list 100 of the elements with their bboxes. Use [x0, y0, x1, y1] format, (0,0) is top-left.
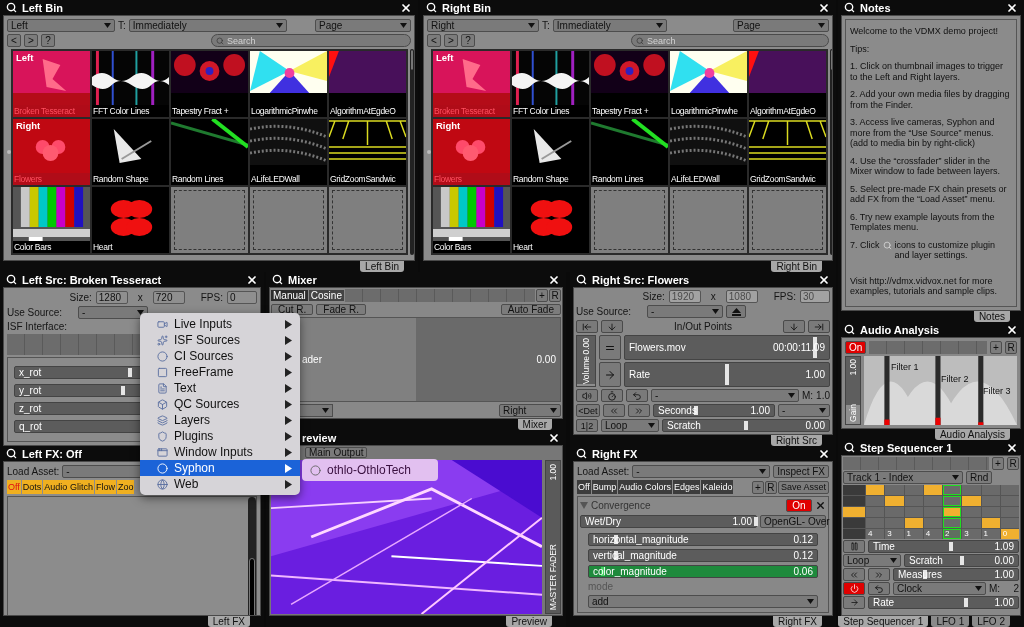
- step-cell[interactable]: [1000, 518, 1019, 528]
- nav-button[interactable]: <: [7, 34, 21, 47]
- skip-back-button[interactable]: [843, 568, 865, 581]
- clip-thumbnail[interactable]: LogarithmicPinwhe: [670, 51, 747, 117]
- step-cell[interactable]: [885, 496, 904, 506]
- step-cell[interactable]: [943, 507, 962, 517]
- wet-dry-slider[interactable]: Wet/Dry 1.00: [580, 515, 757, 528]
- skip-forward-button[interactable]: [628, 404, 650, 417]
- close-button[interactable]: [1006, 323, 1018, 336]
- slider-thumb[interactable]: [120, 386, 125, 395]
- menu-item[interactable]: Window Inputs: [140, 444, 300, 460]
- menu-item[interactable]: Syphon: [140, 460, 300, 476]
- play-direction-button[interactable]: [599, 362, 621, 387]
- nav-button[interactable]: >: [444, 34, 458, 47]
- rate-slider[interactable]: Rate 1.00: [868, 596, 1019, 609]
- fx-chip[interactable]: Audio Glitch: [43, 480, 94, 494]
- mode-tab[interactable]: Manual: [271, 290, 308, 301]
- close-button[interactable]: [818, 447, 830, 460]
- layer-select[interactable]: Right: [499, 404, 561, 417]
- disclosure-triangle-icon[interactable]: [580, 502, 588, 509]
- step-value[interactable]: 3: [885, 529, 904, 539]
- step-cell[interactable]: [1000, 507, 1019, 517]
- step-cell[interactable]: [943, 485, 962, 495]
- clip-thumbnail[interactable]: GridZoomSandwic: [329, 119, 406, 185]
- master-fader[interactable]: 1.00 MASTER FADER: [545, 460, 561, 614]
- timer-button[interactable]: [601, 389, 623, 402]
- auto-fade-button[interactable]: Auto Fade: [500, 304, 561, 315]
- clip-thumbnail[interactable]: FFT Color Lines: [512, 51, 589, 117]
- power-button[interactable]: [843, 582, 865, 595]
- clip-thumbnail[interactable]: FFT Color Lines: [92, 51, 169, 117]
- fx-chip[interactable]: Flow: [94, 480, 116, 494]
- direction-button[interactable]: [843, 596, 865, 609]
- clip-thumbnail[interactable]: ALifeLEDWall: [250, 119, 327, 185]
- page-select[interactable]: Page: [733, 19, 829, 32]
- panel-tab[interactable]: Left FX: [207, 616, 250, 627]
- clip-thumbnail[interactable]: Right Flowers: [13, 119, 90, 185]
- close-icon[interactable]: [815, 500, 826, 511]
- step-value[interactable]: 1: [981, 529, 1000, 539]
- nav-button[interactable]: ?: [461, 34, 475, 47]
- add-button[interactable]: +: [751, 480, 764, 494]
- step-cell[interactable]: [923, 507, 942, 517]
- track-select[interactable]: Track 1 - Index: [843, 471, 963, 484]
- reset-button[interactable]: R: [1007, 457, 1019, 470]
- reset-button[interactable]: R: [549, 289, 561, 302]
- empty-slot[interactable]: [250, 187, 327, 253]
- loop-select[interactable]: Loop: [843, 554, 901, 567]
- step-cell[interactable]: [981, 518, 1000, 528]
- skip-back-button[interactable]: [603, 404, 625, 417]
- step-cell[interactable]: [923, 518, 942, 528]
- mode-tab[interactable]: Cosine: [308, 290, 344, 301]
- step-cell[interactable]: [923, 496, 942, 506]
- layer-select[interactable]: Right: [427, 19, 539, 32]
- slider-thumb[interactable]: [959, 556, 964, 565]
- empty-slot[interactable]: [591, 187, 668, 253]
- reset-button[interactable]: R: [1005, 341, 1017, 354]
- nav-button[interactable]: >: [24, 34, 38, 47]
- reset-button[interactable]: R: [764, 480, 777, 494]
- step-cell[interactable]: [1000, 496, 1019, 506]
- out-point-button[interactable]: [808, 320, 830, 333]
- panel-tab[interactable]: Right FX: [773, 616, 822, 627]
- panel-tab[interactable]: LFO 1: [931, 616, 970, 627]
- close-button[interactable]: [818, 1, 830, 14]
- slider-thumb[interactable]: [600, 567, 605, 576]
- step-cell[interactable]: [904, 496, 923, 506]
- clip-thumbnail[interactable]: Color Bars: [433, 187, 510, 253]
- panel-tab[interactable]: Step Sequencer 1: [838, 616, 929, 627]
- nav-button[interactable]: ?: [41, 34, 55, 47]
- step-value[interactable]: 2: [943, 529, 962, 539]
- asset-select[interactable]: -: [632, 465, 771, 478]
- scratch-slider[interactable]: Scratch 0.00: [904, 554, 1019, 567]
- pause-button[interactable]: [843, 540, 865, 553]
- time-slider[interactable]: Time 1.09: [868, 540, 1019, 553]
- step-cell[interactable]: [962, 518, 981, 528]
- undo-button[interactable]: [626, 389, 648, 402]
- mode-select[interactable]: add: [588, 595, 818, 608]
- on-button[interactable]: On: [845, 341, 867, 354]
- clip-thumbnail[interactable]: Tapestry Fract +: [591, 51, 668, 117]
- clip-thumbnail[interactable]: LogarithmicPinwhe: [250, 51, 327, 117]
- step-cell[interactable]: [943, 496, 962, 506]
- step-cell[interactable]: [885, 518, 904, 528]
- add-button[interactable]: +: [990, 341, 1002, 354]
- step-cell[interactable]: [885, 485, 904, 495]
- fx-chip[interactable]: Bump: [591, 480, 618, 494]
- clip-thumbnail[interactable]: Random Shape: [512, 119, 589, 185]
- slider-thumb[interactable]: [948, 542, 953, 551]
- layer-select[interactable]: Left: [7, 19, 115, 32]
- close-button[interactable]: [1006, 441, 1018, 454]
- fx-chip[interactable]: Off: [577, 480, 591, 494]
- add-button[interactable]: +: [992, 457, 1004, 470]
- undo-button[interactable]: [868, 582, 890, 595]
- loop-mode-button[interactable]: [599, 335, 621, 360]
- empty-slot[interactable]: [171, 187, 248, 253]
- submenu-item[interactable]: othlo-OthloTech: [302, 459, 438, 481]
- step-cell[interactable]: [981, 507, 1000, 517]
- step-cell[interactable]: [1000, 485, 1019, 495]
- step-cell[interactable]: [904, 485, 923, 495]
- clip-thumbnail[interactable]: Random Lines: [171, 119, 248, 185]
- gain-slider[interactable]: 1.00 Gain: [845, 356, 861, 425]
- close-button[interactable]: [818, 273, 830, 286]
- inspect-button[interactable]: Inspect FX: [773, 465, 829, 478]
